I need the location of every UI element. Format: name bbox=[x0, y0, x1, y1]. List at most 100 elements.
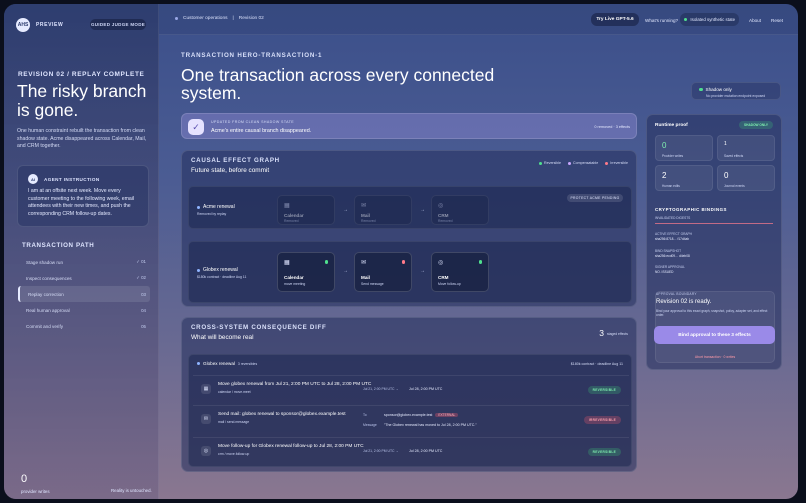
stat-saved-effects: 1 Saved effects bbox=[717, 135, 775, 161]
step-label: Stage shadow run bbox=[26, 259, 64, 265]
about-link[interactable]: About bbox=[749, 18, 761, 23]
effect-row-crm[interactable]: ◎ Move follow-up for Globex renewal foll… bbox=[193, 437, 629, 465]
arrow-icon: → bbox=[343, 207, 348, 213]
binding-invalidated: INVALIDATED DIGESTS bbox=[655, 216, 690, 220]
breadcrumb-customer-operations[interactable]: Customer operations bbox=[183, 16, 228, 21]
top-bar: Customer operations | Revision 02 Try Li… bbox=[159, 4, 798, 35]
protect-acme-button[interactable]: PROTECT ACME PENDING bbox=[567, 194, 623, 202]
whats-running-link[interactable]: What's running? bbox=[645, 18, 678, 23]
binding-key: SIGNER APPROVAL bbox=[655, 265, 685, 269]
step-stage-shadow-run[interactable]: Stage shadow run ✓ 01 bbox=[18, 254, 150, 270]
reset-link[interactable]: Reset bbox=[771, 18, 783, 23]
consequence-diff: CROSS-SYSTEM CONSEQUENCE DIFF What will … bbox=[181, 317, 637, 472]
row-sub: Removed by replay bbox=[197, 212, 227, 216]
app-logo: AHS bbox=[16, 18, 30, 32]
transaction-tag: TRANSACTION HERO-TRANSACTION-1 bbox=[181, 52, 323, 59]
breadcrumb-separator: | bbox=[232, 16, 234, 21]
legend-reversible: Reversible bbox=[539, 161, 561, 165]
guided-judge-mode-button[interactable]: GUIDED JUDGE MODE bbox=[90, 19, 146, 30]
step-real-human-approval[interactable]: Real human approval 04 bbox=[18, 302, 150, 318]
try-live-button[interactable]: Try Live GPT-5.6 bbox=[591, 13, 639, 26]
binding-key: INVALIDATED DIGESTS bbox=[655, 216, 691, 220]
step-number: 04 bbox=[141, 307, 146, 313]
external-badge: EXTERNAL bbox=[435, 413, 459, 417]
row-dot-icon bbox=[197, 268, 200, 272]
graph-row-globex: Globex renewal $180k contract · deadline… bbox=[188, 241, 632, 303]
node-mail[interactable]: ✉ Mail Send message bbox=[354, 252, 412, 292]
diff-group-globex: Globex renewal 3 reversibles $180k contra… bbox=[188, 354, 632, 467]
node-calendar[interactable]: ▦ Calendar move meeting bbox=[277, 252, 335, 292]
calendar-icon: ▦ bbox=[284, 203, 290, 209]
banner-text: Acme's entire causal branch disappeared. bbox=[211, 128, 312, 134]
node-label: CRM bbox=[438, 213, 449, 218]
stat-label: Provider writes bbox=[662, 154, 684, 158]
row-sub: $180k contract · deadline Aug 11 bbox=[197, 275, 247, 279]
stat-value: 1 bbox=[724, 141, 727, 147]
provider-writes-count: 0 bbox=[21, 473, 28, 485]
node-crm-removed[interactable]: ◎ CRM Removed bbox=[431, 195, 489, 225]
effect-to: Jul 28, 2:00 PM UTC bbox=[409, 387, 443, 391]
node-crm[interactable]: ◎ CRM Move follow-up bbox=[431, 252, 489, 292]
node-label: Calendar bbox=[284, 213, 304, 218]
mail-icon: ✉ bbox=[201, 414, 211, 424]
step-replay-correction[interactable]: Replay correction 03 bbox=[18, 286, 150, 302]
reversible-badge: REVERSIBLE bbox=[587, 448, 621, 456]
effect-to: Jul 28, 2:00 PM UTC bbox=[409, 449, 443, 453]
row-name-text: Acme renewal bbox=[203, 204, 235, 210]
causal-effect-graph: CAUSAL EFFECT GRAPH Future state, before… bbox=[181, 150, 637, 307]
binding-active-graph: ACTIVE EFFECT GRAPH sha256:8718… f17d4ab bbox=[655, 232, 692, 241]
effect-title: Move follow-up for Globex renewal follow… bbox=[218, 444, 364, 449]
breadcrumb: Customer operations | Revision 02 bbox=[175, 16, 264, 21]
approval-title: Revision 02 is ready. bbox=[656, 299, 712, 305]
runtime-proof-title: Runtime proof bbox=[655, 123, 688, 128]
node-sub: Removed bbox=[284, 219, 299, 223]
effect-message-label: Message bbox=[363, 423, 377, 427]
step-number: 03 bbox=[141, 291, 146, 297]
sidebar-headline: The risky branch is gone. bbox=[17, 81, 147, 120]
step-number: 05 bbox=[141, 323, 146, 329]
effect-sub: mail / send.message bbox=[218, 420, 250, 424]
effect-message-value: "The Globex renewal has moved to Jul 28,… bbox=[384, 423, 477, 427]
abort-transaction-link[interactable]: Abort transaction · 0 writes bbox=[647, 355, 783, 359]
node-label: Calendar bbox=[284, 275, 304, 280]
replay-banner: ✓ UPDATED FROM CLEAN SHADOW STATE Acme's… bbox=[181, 113, 637, 139]
bind-approval-button[interactable]: Bind approval to these 3 effects bbox=[654, 326, 775, 344]
effect-row-calendar[interactable]: ▦ Move globex renewal from Jul 21, 2:00 … bbox=[193, 375, 629, 403]
crypto-bindings-title: CRYPTOGRAPHIC BINDINGS bbox=[655, 207, 727, 212]
node-sub: Move follow-up bbox=[438, 282, 461, 286]
agent-instruction-card: AI AGENT INSTRUCTION I am at an offsite … bbox=[17, 165, 149, 227]
effect-to-label: To bbox=[363, 413, 367, 417]
node-sub: Send message bbox=[361, 282, 384, 286]
approval-description: Bind your approval to this exact graph, … bbox=[656, 309, 768, 318]
effect-row-mail[interactable]: ✉ Send mail: globex renewal to sponsor@g… bbox=[193, 405, 629, 437]
graph-heading: CAUSAL EFFECT GRAPH bbox=[191, 157, 280, 164]
binding-snapshot: BIND SNAPSHOT sha256:ecd09… d4eb08 bbox=[655, 249, 690, 258]
agent-instruction-title: AGENT INSTRUCTION bbox=[44, 177, 100, 182]
arrow-icon: → bbox=[343, 268, 348, 274]
node-mail-removed[interactable]: ✉ Mail Removed bbox=[354, 195, 412, 225]
binding-signer: SIGNER APPROVAL NO. ISSUED bbox=[655, 265, 685, 274]
banner-kicker: UPDATED FROM CLEAN SHADOW STATE bbox=[211, 120, 295, 124]
step-number: ✓ 02 bbox=[136, 275, 146, 280]
app-window: AHS PREVIEW GUIDED JUDGE MODE REVISION 0… bbox=[4, 4, 798, 499]
page-title: One transaction across every connected s… bbox=[181, 65, 495, 103]
transaction-path-steps: Stage shadow run ✓ 01 Inspect consequence… bbox=[18, 254, 150, 334]
calendar-icon: ▦ bbox=[284, 260, 290, 266]
step-commit-and-verify[interactable]: Commit and verify 05 bbox=[18, 318, 150, 334]
group-dot-icon bbox=[197, 362, 200, 365]
node-label: CRM bbox=[438, 275, 449, 280]
irreversible-badge: IRREVERSIBLE bbox=[583, 416, 621, 424]
binding-key: BIND SNAPSHOT bbox=[655, 249, 682, 253]
node-calendar-removed[interactable]: ▦ Calendar Removed bbox=[277, 195, 335, 225]
step-inspect-consequences[interactable]: Inspect consequences ✓ 02 bbox=[18, 270, 150, 286]
row-name-text: Globex renewal bbox=[203, 267, 238, 273]
preview-label: PREVIEW bbox=[36, 22, 64, 28]
staged-effects-label: staged effects bbox=[606, 332, 628, 336]
breadcrumb-revision[interactable]: Revision 02 bbox=[239, 16, 264, 21]
binding-value: sha256:ecd09… d4eb08 bbox=[655, 254, 690, 258]
banner-summary: 0 removed · 3 effects bbox=[594, 125, 630, 129]
shadow-only-badge: Shadow only No provider mutation endpoin… bbox=[691, 82, 781, 100]
mail-icon: ✉ bbox=[361, 260, 367, 266]
runtime-proof-panel: Runtime proof SHADOW ONLY 0 Provider writ… bbox=[646, 114, 782, 370]
stat-provider-writes: 0 Provider writes bbox=[655, 135, 713, 161]
